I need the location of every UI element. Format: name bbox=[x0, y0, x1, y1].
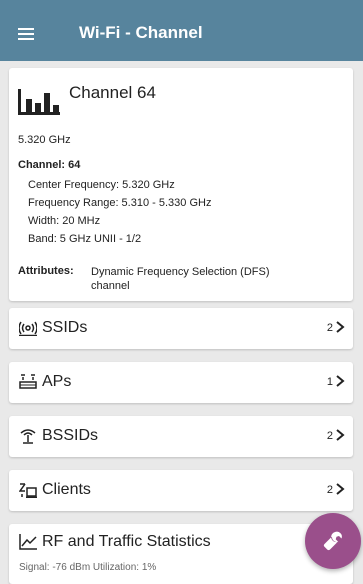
channel-value: 64 bbox=[68, 159, 81, 171]
center-frequency: Center Frequency: 5.320 GHz bbox=[28, 179, 175, 191]
nav-bssids-count: 2 bbox=[326, 430, 333, 442]
nav-bssids[interactable]: BSSIDs 2 bbox=[9, 416, 353, 457]
nav-clients[interactable]: Clients 2 bbox=[9, 470, 353, 511]
channel-row: Channel: 64 bbox=[18, 159, 80, 171]
line-chart-icon bbox=[19, 534, 37, 550]
channel-label: Channel: bbox=[18, 159, 66, 171]
nav-clients-count: 2 bbox=[326, 484, 333, 496]
chevron-right-icon bbox=[336, 429, 345, 441]
access-point-icon bbox=[19, 374, 37, 389]
nav-aps[interactable]: APs 1 bbox=[9, 362, 353, 403]
wrench-icon bbox=[323, 531, 342, 551]
hamburger-menu-icon[interactable] bbox=[18, 28, 34, 40]
antenna-icon bbox=[20, 429, 36, 444]
chevron-right-icon bbox=[336, 483, 345, 495]
nav-ssids-count: 2 bbox=[326, 322, 333, 334]
channel-detail-card: Channel 64 5.320 GHz Channel: 64 Center … bbox=[9, 68, 353, 301]
nav-aps-label: APs bbox=[42, 373, 72, 390]
chevron-right-icon bbox=[336, 375, 345, 387]
channel-title: Channel 64 bbox=[69, 83, 156, 102]
nav-rf-traffic-statistics[interactable]: RF and Traffic Statistics Signal: -76 dB… bbox=[9, 524, 353, 584]
frequency-range: Frequency Range: 5.310 - 5.330 GHz bbox=[28, 197, 212, 209]
nav-bssids-label: BSSIDs bbox=[42, 427, 99, 444]
channel-width: Width: 20 MHz bbox=[28, 215, 101, 227]
attributes-label: Attributes: bbox=[18, 265, 74, 277]
nav-aps-count: 1 bbox=[326, 376, 333, 388]
nav-rf-traffic-statistics-label: RF and Traffic Statistics bbox=[42, 533, 211, 550]
page-title: Wi-Fi - Channel bbox=[79, 23, 203, 42]
attributes-value: Dynamic Frequency Selection (DFS) channe… bbox=[91, 266, 270, 292]
app-bar: Wi-Fi - Channel bbox=[0, 0, 363, 61]
channel-frequency: 5.320 GHz bbox=[18, 134, 71, 146]
nav-ssids-label: SSIDs bbox=[42, 319, 88, 336]
nav-rf-traffic-statistics-subtitle: Signal: -76 dBm Utilization: 1% bbox=[19, 562, 157, 573]
tools-fab-button[interactable] bbox=[305, 513, 361, 569]
nav-ssids[interactable]: SSIDs 2 bbox=[9, 308, 353, 349]
nav-clients-label: Clients bbox=[42, 481, 91, 498]
channel-band: Band: 5 GHz UNII - 1/2 bbox=[28, 233, 142, 245]
wifi-broadcast-icon bbox=[19, 321, 37, 336]
signal-bars-icon bbox=[18, 89, 60, 115]
clients-devices-icon bbox=[19, 483, 37, 498]
chevron-right-icon bbox=[336, 321, 345, 333]
